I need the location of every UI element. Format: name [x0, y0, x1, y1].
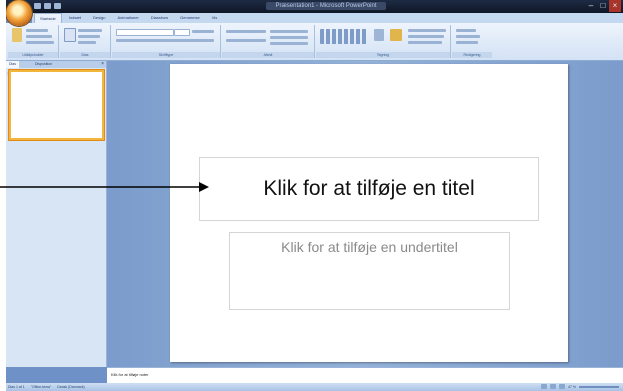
- shape-fill-button[interactable]: [408, 29, 446, 32]
- group-label: Tegning: [316, 52, 450, 58]
- status-bar: Dias 1 af 1 "Office-tema" Dansk (Danmark…: [6, 383, 623, 391]
- copy-button[interactable]: [26, 35, 52, 38]
- slide-canvas[interactable]: Klik for at tilføje en titel Klik for at…: [170, 64, 568, 362]
- font-size-buttons[interactable]: [192, 30, 214, 33]
- format-painter-button[interactable]: [26, 41, 54, 44]
- font-format-buttons[interactable]: [116, 39, 214, 42]
- zoom-level: 47 %: [568, 384, 576, 389]
- view-controls: 47 %: [541, 384, 619, 389]
- subtitle-placeholder[interactable]: Klik for at tilføje en undertitel: [229, 232, 510, 310]
- maximize-button[interactable]: □: [597, 0, 609, 12]
- normal-view-button[interactable]: [541, 384, 548, 389]
- reset-button[interactable]: [78, 35, 100, 38]
- align-text-button[interactable]: [270, 36, 308, 39]
- arrange-icon[interactable]: [374, 29, 384, 41]
- subtitle-placeholder-text: Klik for at tilføje en undertitel: [281, 239, 458, 255]
- quick-access-toolbar: [34, 3, 61, 9]
- zoom-slider[interactable]: [579, 385, 619, 388]
- status-items: Dias 1 af 1 "Office-tema" Dansk (Danmark…: [8, 383, 85, 391]
- select-button[interactable]: [456, 41, 478, 44]
- cut-button[interactable]: [26, 29, 48, 32]
- close-button[interactable]: ×: [609, 0, 621, 12]
- find-button[interactable]: [456, 29, 476, 32]
- smartart-button[interactable]: [270, 42, 308, 45]
- replace-button[interactable]: [456, 35, 480, 38]
- tab-startside[interactable]: Startside: [34, 13, 62, 23]
- slide-thumbnail[interactable]: [9, 70, 104, 140]
- pane-tabs: Dias Disposition ×: [6, 61, 106, 68]
- tab-gennemse[interactable]: Gennemse: [175, 13, 205, 23]
- align-buttons[interactable]: [226, 39, 266, 42]
- tab-vis[interactable]: Vis: [207, 13, 222, 23]
- layout-button[interactable]: [78, 29, 102, 32]
- minimize-button[interactable]: –: [585, 0, 597, 12]
- tab-indsaet[interactable]: Indsæt: [64, 13, 86, 23]
- undo-icon[interactable]: [44, 3, 51, 9]
- shape-outline-button[interactable]: [408, 35, 444, 38]
- tab-animationer[interactable]: Animationer: [112, 13, 143, 23]
- quick-styles-icon[interactable]: [390, 29, 402, 41]
- tab-design[interactable]: Design: [88, 13, 110, 23]
- status-theme: "Office-tema": [30, 385, 52, 389]
- ribbon: Udklipsholder Dias Skrifttype Afsnit Teg…: [6, 23, 623, 61]
- font-size-select[interactable]: [174, 29, 190, 36]
- group-label: Udklipsholder: [8, 52, 58, 58]
- ribbon-tabs: Startside Indsæt Design Animationer Dias…: [32, 13, 623, 23]
- notes-placeholder: Klik for at tilføje noter: [111, 372, 149, 377]
- font-name-select[interactable]: [116, 29, 174, 36]
- tab-outline[interactable]: Disposition: [32, 61, 55, 68]
- group-editing: Redigering: [452, 25, 492, 58]
- status-language: Dansk (Danmark): [57, 385, 85, 389]
- tab-slides[interactable]: Dias: [6, 61, 20, 68]
- window-controls: – □ ×: [585, 0, 621, 12]
- text-direction-button[interactable]: [270, 30, 308, 33]
- group-clipboard: Udklipsholder: [8, 25, 59, 58]
- office-button[interactable]: [6, 0, 32, 26]
- group-font: Skrifttype: [112, 25, 221, 58]
- group-slides: Dias: [60, 25, 111, 58]
- save-icon[interactable]: [34, 3, 41, 9]
- group-paragraph: Afsnit: [222, 25, 315, 58]
- window-title: Præsentation1 - Microsoft PowerPoint: [266, 2, 386, 10]
- title-placeholder[interactable]: Klik for at tilføje en titel: [199, 157, 539, 221]
- status-slide-count: Dias 1 af 1: [8, 385, 25, 389]
- shapes-gallery[interactable]: [320, 29, 368, 44]
- slide-editor: Klik for at tilføje en titel Klik for at…: [107, 61, 623, 367]
- tab-diasshow[interactable]: Diasshow: [146, 13, 173, 23]
- group-label: Redigering: [452, 52, 492, 58]
- powerpoint-window: Præsentation1 - Microsoft PowerPoint – □…: [6, 0, 623, 391]
- delete-button[interactable]: [78, 41, 96, 44]
- title-placeholder-text: Klik for at tilføje en titel: [263, 177, 475, 200]
- group-label: Skrifttype: [112, 52, 220, 58]
- redo-icon[interactable]: [54, 3, 61, 9]
- new-slide-icon[interactable]: [64, 28, 76, 42]
- title-bar: Præsentation1 - Microsoft PowerPoint – □…: [6, 0, 623, 13]
- slideshow-button[interactable]: [559, 384, 566, 389]
- slides-pane: Dias Disposition × 1: [6, 61, 107, 367]
- notes-pane[interactable]: Klik for at tilføje noter: [107, 367, 623, 384]
- pane-close-button[interactable]: ×: [101, 61, 104, 68]
- slide-sorter-button[interactable]: [550, 384, 557, 389]
- group-drawing: Tegning: [316, 25, 451, 58]
- shape-effects-button[interactable]: [408, 41, 442, 44]
- paste-icon[interactable]: [12, 28, 22, 42]
- group-label: Dias: [60, 52, 110, 58]
- list-buttons[interactable]: [226, 30, 266, 33]
- group-label: Afsnit: [222, 52, 314, 58]
